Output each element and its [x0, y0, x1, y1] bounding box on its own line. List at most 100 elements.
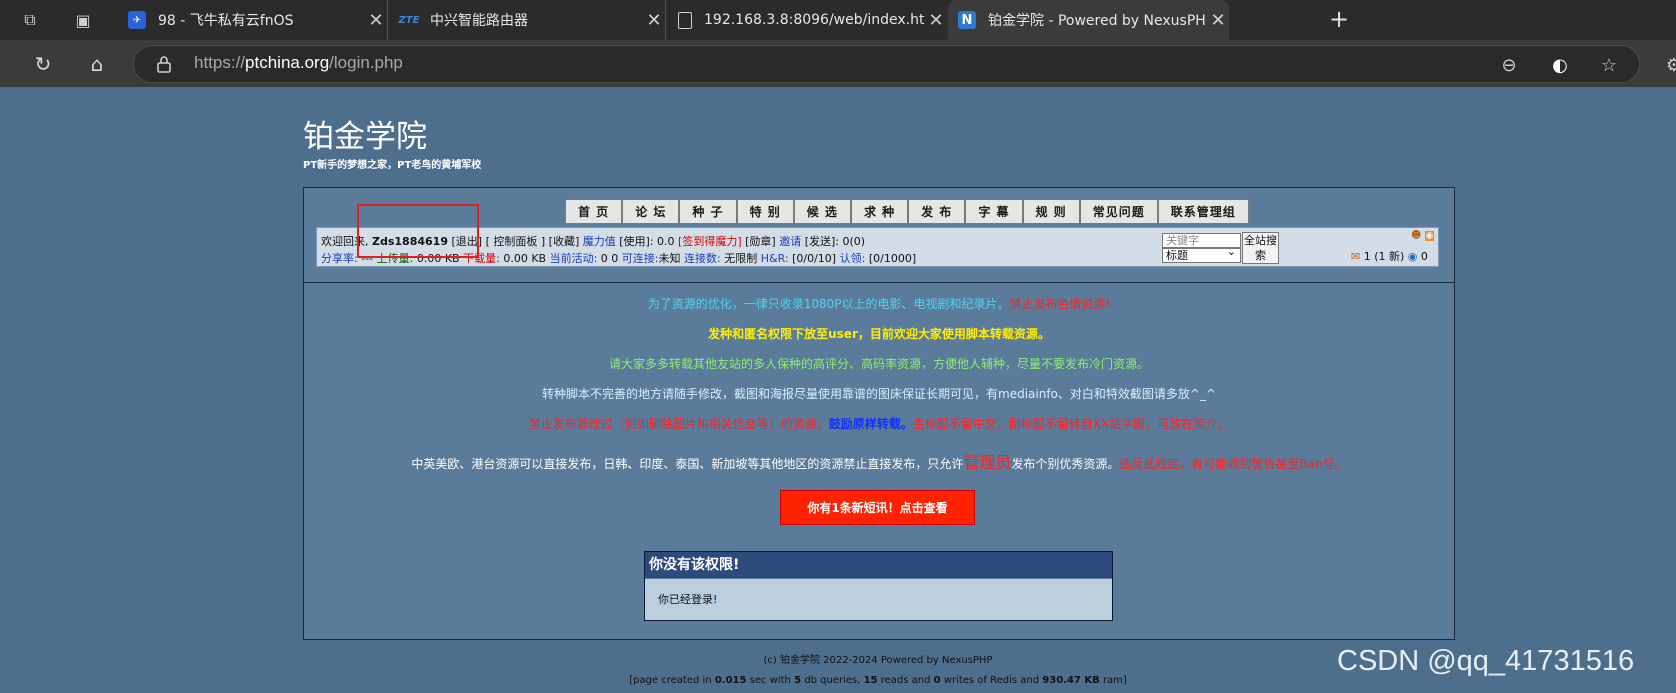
notice-6: 中英美欧、港台资源可以直接发布，日韩、印度、泰国、新加坡等其他地区的资源禁止直接…: [304, 449, 1454, 473]
stats-time: 0.015: [714, 675, 747, 686]
close-icon[interactable]: ✕: [925, 10, 947, 31]
stats-reads: 15: [863, 675, 878, 686]
csdn-watermark: CSDN @qq_41731516: [1337, 645, 1635, 677]
stats-queries: 5: [794, 675, 802, 686]
lock-icon[interactable]: [156, 55, 172, 73]
invite-link[interactable]: 邀请: [779, 235, 801, 248]
url-text[interactable]: https://ptchina.org/login.php: [194, 53, 403, 73]
checkin-link[interactable]: [签到得魔力]: [678, 235, 742, 248]
stats-text: [page created in: [629, 675, 712, 686]
menu-item-upload[interactable]: 发 布: [908, 199, 966, 224]
tab-title: 铂金学院 - Powered by NexusPHP: [988, 13, 1207, 29]
bonus-link[interactable]: 魔力值: [583, 235, 616, 248]
close-icon[interactable]: ✕: [365, 10, 387, 31]
tab-zte[interactable]: ZTE 中兴智能路由器 ✕: [390, 0, 666, 40]
url-scheme: https://: [194, 53, 246, 72]
friends-online-icon[interactable]: ◉: [1408, 250, 1418, 263]
activity-label: 当前活动:: [549, 252, 598, 265]
main-menu: 首 页 论 坛 种 子 特 别 候 选 求 种 发 布 字 幕 规 则 常见问题…: [565, 199, 1249, 224]
menu-item-contact[interactable]: 联系管理组: [1157, 199, 1249, 224]
new-tab-button[interactable]: +: [1325, 6, 1353, 34]
menu-item-torrents[interactable]: 种 子: [679, 199, 737, 224]
notice-5-tail: 主标题不留中文，副标题不留转自XX站字眼，可放在简介。: [912, 417, 1230, 431]
connections-label: 连接数:: [684, 252, 721, 265]
hr-link[interactable]: H&R:: [761, 252, 789, 265]
zte-favicon-icon: ZTE: [398, 14, 420, 26]
activity-value: 0 0: [600, 252, 619, 265]
notice-1: 为了资源的优化，一律只收录1080P以上的电影、电视剧和纪录片。禁止发布色情资源…: [304, 295, 1454, 312]
menu-item-special[interactable]: 特 别: [736, 199, 794, 224]
tab-jellyfin[interactable]: 192.168.3.8:8096/web/index.html ✕: [668, 0, 947, 40]
notice-2: 发种和匿名权限下放至user，目前欢迎大家使用脚本转载资源。: [708, 327, 1050, 341]
notice-5: 禁止发布篡改过（例如删除图片和相关信息等）的资源。鼓励原样转载。主标题不留中文，…: [304, 415, 1454, 432]
close-icon[interactable]: ✕: [643, 10, 665, 31]
edge-icon[interactable]: ◐: [1548, 53, 1572, 77]
url-path: /login.php: [329, 53, 403, 72]
friends-icon[interactable]: ☻: [1411, 230, 1421, 241]
highlight-annotation-box: [357, 204, 479, 258]
close-icon[interactable]: ✕: [1207, 10, 1229, 31]
error-box: 你没有该权限! 你已经登录!: [644, 551, 1113, 621]
rss-icon[interactable]: ◉: [1424, 231, 1435, 241]
inbox-icon[interactable]: ✉: [1351, 250, 1360, 263]
refresh-icon[interactable]: ↻: [30, 51, 56, 77]
tab-fnos[interactable]: ✈ 98 - 飞牛私有云fnOS ✕: [118, 0, 388, 40]
claim-value: [0/1000]: [868, 252, 917, 265]
ratio-label: 分享率:: [321, 252, 358, 265]
menu-item-home[interactable]: 首 页: [565, 199, 623, 224]
stats-text: writes of Redis and: [943, 675, 1040, 686]
page-icon: [678, 11, 692, 29]
stats-text: sec with: [749, 675, 791, 686]
menu-item-forum[interactable]: 论 坛: [622, 199, 680, 224]
new-message-button[interactable]: 你有1条新短讯！点击查看: [780, 490, 975, 525]
user-tools: ☻ ◉: [1411, 230, 1435, 241]
notice-6-emphasis: 管理员: [963, 453, 1012, 472]
medal-link[interactable]: [勋章]: [745, 235, 776, 248]
notice-5-text: 禁止发布篡改过（例如删除图片和相关信息等）的资源。: [528, 417, 829, 431]
header-divider: [304, 282, 1454, 283]
notice-5-emphasis: 鼓励原样转载。: [828, 417, 913, 431]
stats-text: db queries,: [804, 675, 861, 686]
tab-title: 98 - 飞牛私有云fnOS: [158, 13, 294, 29]
menu-item-subtitles[interactable]: 字 幕: [965, 199, 1023, 224]
connectable-value: 未知: [658, 252, 681, 265]
footer-copyright: (c) 铂金学院 2022-2024 Powered by NexusPHP: [763, 655, 993, 666]
extensions-icon[interactable]: ⚙: [1662, 53, 1676, 77]
site-title: 铂金学院: [303, 119, 427, 155]
menu-item-candidates[interactable]: 候 选: [793, 199, 851, 224]
nexusphp-favicon-icon: N: [958, 11, 976, 29]
tab-title: 192.168.3.8:8096/web/index.html: [704, 12, 925, 28]
error-title: 你没有该权限!: [645, 552, 1112, 578]
site-slogan: PT新手的梦想之家，PT老鸟的黄埔军校: [303, 160, 482, 171]
downloaded-value: 0.00 KB: [503, 252, 547, 265]
search-type-select[interactable]: 标题: [1162, 245, 1241, 263]
fnos-favicon-icon: ✈: [128, 11, 146, 29]
message-count[interactable]: 1 (1 新): [1364, 250, 1405, 263]
tab-ptchina-active[interactable]: N 铂金学院 - Powered by NexusPHP ✕: [948, 0, 1229, 40]
menu-item-faq[interactable]: 常见问题: [1079, 199, 1158, 224]
bonus-use-text[interactable]: [使用]: 0.0: [619, 235, 674, 248]
notice-3: 请大家多多转载其他友站的多人保种的高评分、高码率资源，方便他人辅种，尽量不要发布…: [608, 357, 1149, 371]
error-body: 你已经登录!: [645, 579, 1112, 620]
notice-6-warning: 违反此规定，有可能收到警告甚至Ban号。: [1119, 457, 1347, 471]
notice-4: 转种脚本不完善的地方请随手修改，截图和海报尽量使用靠谱的图床保证长期可见，有me…: [542, 387, 1216, 401]
notice-6-text: 中英美欧、港台资源可以直接发布，日韩、印度、泰国、新加坡等其他地区的资源禁止直接…: [411, 457, 964, 471]
zoom-out-icon[interactable]: ⊖: [1497, 53, 1521, 77]
connections-value: 无限制: [724, 252, 758, 265]
notice-1-text: 为了资源的优化，一律只收录1080P以上的电影、电视剧和纪录片。: [647, 297, 1010, 311]
control-panel-link[interactable]: [ 控制面板 ]: [486, 235, 546, 248]
tab-actions-icon[interactable]: ▣: [71, 8, 95, 32]
stats-ram: 930.47 KB: [1042, 675, 1100, 686]
notice-1-emphasis: 禁止发布色情资源!: [1009, 297, 1111, 311]
message-stats: ✉ 1 (1 新) ◉ 0: [1351, 248, 1428, 264]
menu-item-rules[interactable]: 规 则: [1022, 199, 1080, 224]
tab-title: 中兴智能路由器: [430, 13, 528, 29]
favorites-link[interactable]: [收藏]: [549, 235, 580, 248]
menu-item-requests[interactable]: 求 种: [850, 199, 909, 224]
search-button[interactable]: 全站搜索: [1242, 232, 1279, 264]
home-icon[interactable]: ⌂: [84, 51, 110, 77]
workspaces-icon[interactable]: ⧉: [18, 8, 42, 32]
favorite-star-icon[interactable]: ☆: [1597, 53, 1621, 77]
hr-value: [0/0/10]: [792, 252, 837, 265]
claim-link[interactable]: 认领:: [840, 252, 866, 265]
